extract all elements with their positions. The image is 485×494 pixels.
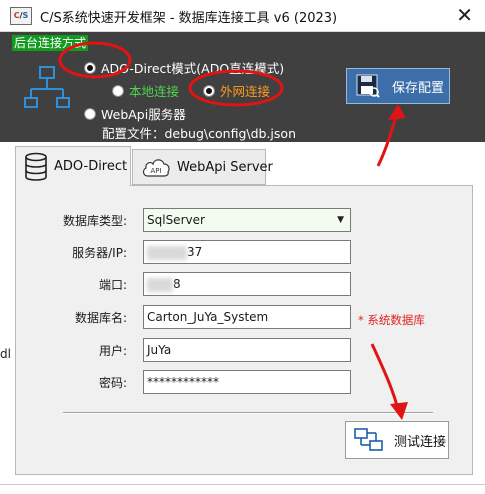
- cloud-api-icon-text: API: [150, 167, 161, 175]
- port-input[interactable]: 8: [143, 272, 351, 296]
- port-value-visible: 8: [173, 277, 181, 291]
- app-icon-letter-s: S: [22, 11, 29, 20]
- radio-dot: [112, 84, 124, 97]
- radio-external[interactable]: 外网连接: [203, 81, 270, 100]
- radio-ado-direct[interactable]: ADO-Direct模式(ADO直连模式): [84, 58, 284, 77]
- tab-ado-direct[interactable]: ADO-Direct: [15, 146, 131, 186]
- test-connection-button[interactable]: 测试连接: [345, 421, 449, 459]
- db-type-value: SqlServer: [147, 213, 205, 227]
- save-config-button[interactable]: 保存配置: [346, 68, 450, 104]
- database-icon: [25, 152, 47, 181]
- db-name-label: 数据库名:: [74, 311, 127, 325]
- radio-dot: [84, 61, 96, 74]
- radio-local[interactable]: 本地连接: [112, 81, 179, 100]
- db-type-select[interactable]: SqlServer ▼: [143, 208, 351, 232]
- app-icon-letter-c: C: [13, 11, 20, 20]
- network-icon: [24, 66, 70, 108]
- radio-local-label: 本地连接: [129, 84, 180, 99]
- bottom-edge: [0, 484, 485, 485]
- radio-webapi[interactable]: WebApi服务器: [84, 104, 186, 123]
- tab-webapi-server[interactable]: API WebApi Server: [132, 149, 273, 185]
- radio-dot: [203, 84, 215, 97]
- connection-icon: [354, 428, 383, 451]
- db-name-value: Carton_JuYa_System: [147, 310, 269, 324]
- config-file-label: 配置文件：debug\config\db.json: [102, 126, 296, 141]
- redacted-mask: [147, 245, 187, 260]
- save-config-label: 保存配置: [392, 80, 445, 96]
- port-label: 端口:: [98, 278, 127, 292]
- title-bar: C/S C/S系统快速开发框架 - 数据库连接工具 v6 (2023) ✕: [0, 0, 485, 32]
- tab-strip: ADO-Direct API WebApi Server: [15, 145, 473, 186]
- background-text-fragment: dl: [0, 347, 11, 361]
- app-icon: C/S: [10, 7, 32, 25]
- password-label: 密码:: [98, 376, 127, 390]
- section-label: 后台连接方式: [12, 35, 89, 51]
- separator: [63, 412, 433, 414]
- dropdown-arrow-icon[interactable]: ▼: [337, 209, 344, 231]
- password-input[interactable]: ************: [143, 370, 351, 394]
- window-title: C/S系统快速开发框架 - 数据库连接工具 v6 (2023): [40, 11, 338, 26]
- close-icon[interactable]: ✕: [456, 3, 473, 27]
- radio-ado-direct-label: ADO-Direct模式(ADO直连模式): [101, 61, 285, 76]
- radio-dot: [84, 107, 96, 120]
- user-input[interactable]: JuYa: [143, 338, 351, 362]
- password-value: ************: [147, 375, 219, 389]
- server-value-visible: 37: [187, 245, 203, 259]
- floppy-disk-icon: [356, 74, 380, 98]
- redacted-mask: [147, 277, 173, 292]
- server-input[interactable]: 37: [143, 240, 351, 264]
- tab-webapi-server-label: WebApi Server: [177, 159, 273, 175]
- cloud-api-icon: API: [142, 159, 170, 177]
- db-name-note: * 系统数据库: [358, 313, 425, 327]
- db-name-input[interactable]: Carton_JuYa_System: [143, 305, 351, 329]
- tab-ado-direct-label: ADO-Direct: [54, 159, 128, 174]
- server-label: 服务器/IP:: [72, 246, 127, 260]
- radio-webapi-label: WebApi服务器: [101, 107, 186, 122]
- test-connection-label: 测试连接: [394, 434, 447, 450]
- user-value: JuYa: [147, 343, 172, 357]
- radio-external-label: 外网连接: [220, 84, 271, 99]
- db-type-label: 数据库类型:: [62, 214, 127, 228]
- user-label: 用户:: [98, 344, 127, 358]
